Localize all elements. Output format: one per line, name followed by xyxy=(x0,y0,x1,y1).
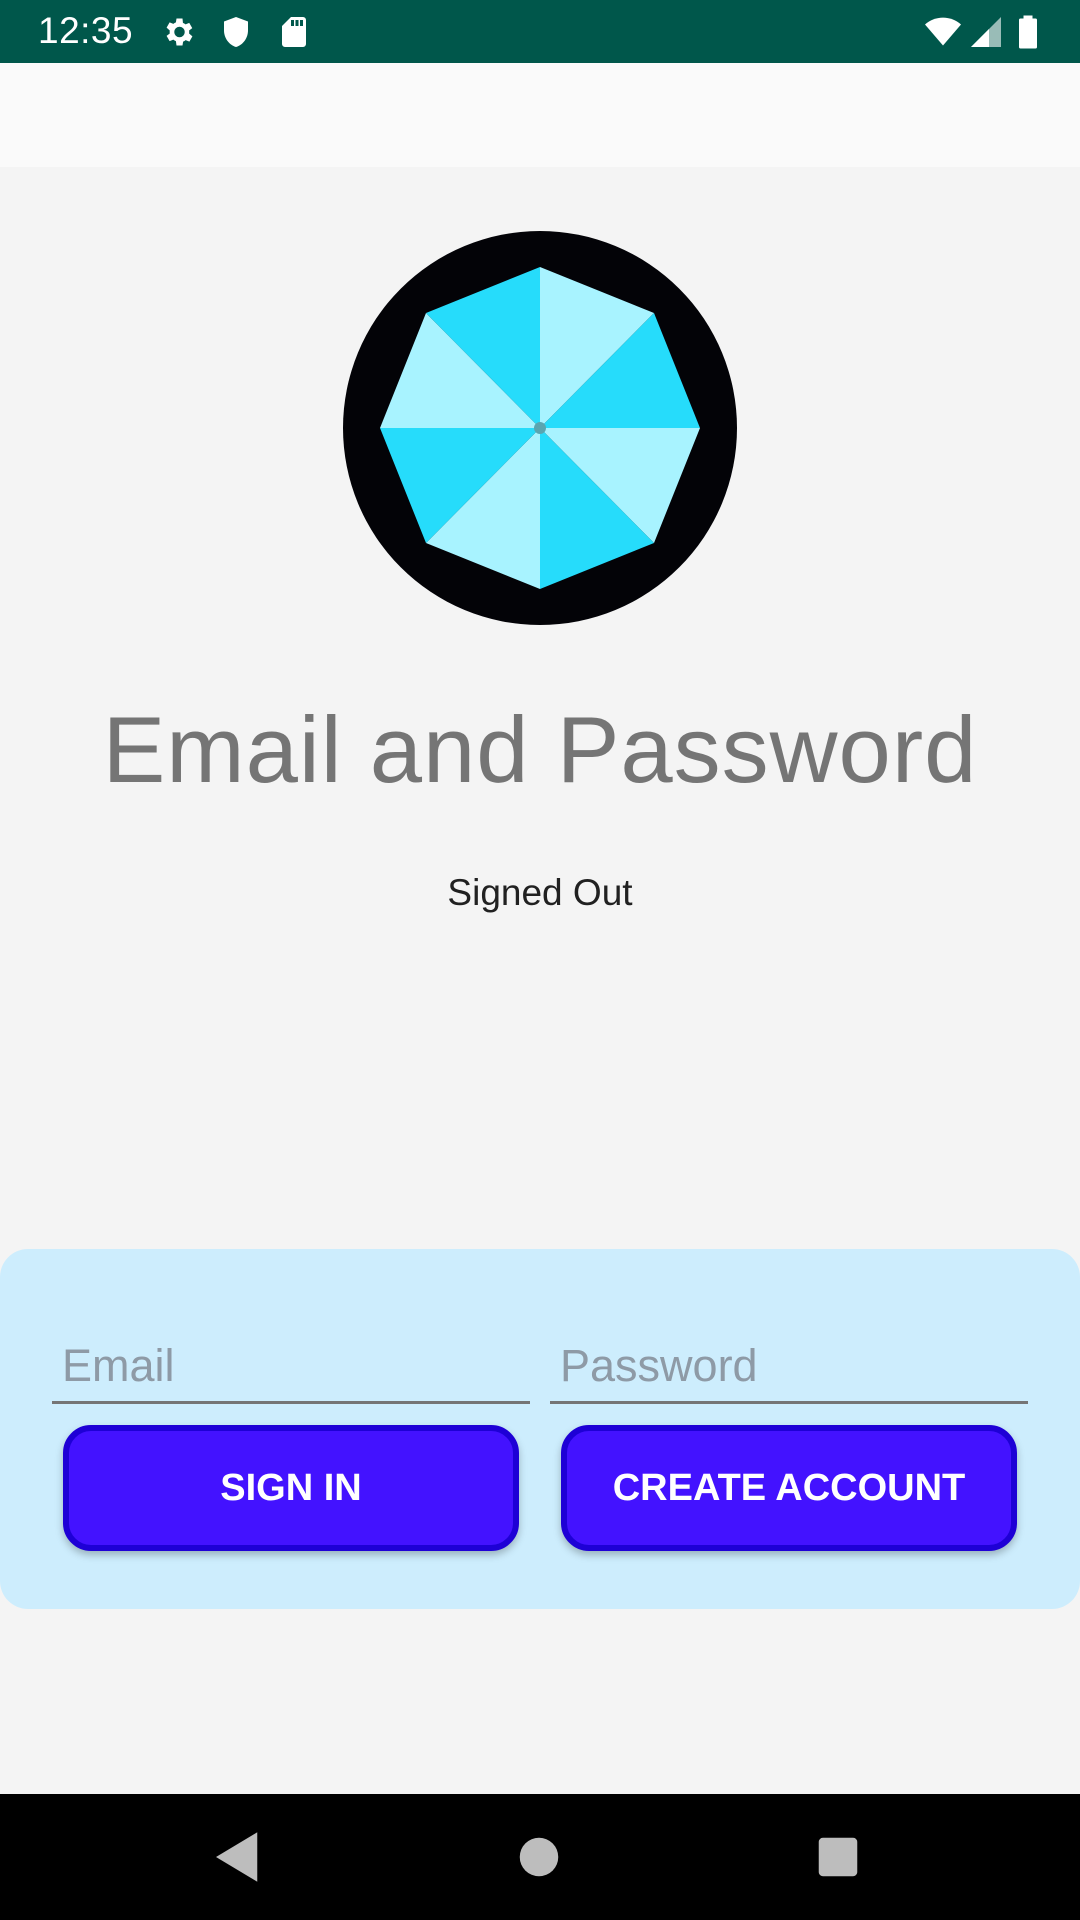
app-logo xyxy=(343,231,737,625)
battery-icon xyxy=(1015,14,1045,50)
sign-in-button[interactable]: SIGN IN xyxy=(63,1425,519,1551)
app-bar xyxy=(0,63,1080,167)
signal-icon xyxy=(968,14,1004,50)
shield-icon xyxy=(218,14,254,50)
password-placeholder: Password xyxy=(560,1340,758,1391)
password-field[interactable]: Password xyxy=(550,1330,1028,1404)
email-field[interactable]: Email xyxy=(52,1330,530,1404)
create-account-button[interactable]: CREATE ACCOUNT xyxy=(561,1425,1017,1551)
recents-icon[interactable] xyxy=(805,1824,871,1890)
navigation-bar xyxy=(0,1794,1080,1920)
status-bar: 12:35 xyxy=(0,0,1080,63)
sd-card-icon xyxy=(276,14,312,50)
home-icon[interactable] xyxy=(506,1824,572,1890)
signed-in-status: Signed Out xyxy=(447,872,633,913)
wifi-icon xyxy=(922,14,964,50)
status-time: 12:35 xyxy=(38,10,134,51)
screen: 12:35 Email and Password Signed Out Emai… xyxy=(0,0,1080,1920)
gear-icon xyxy=(160,14,196,50)
email-placeholder: Email xyxy=(62,1340,175,1391)
back-icon[interactable] xyxy=(205,1824,271,1890)
page-title: Email and Password xyxy=(102,697,978,802)
